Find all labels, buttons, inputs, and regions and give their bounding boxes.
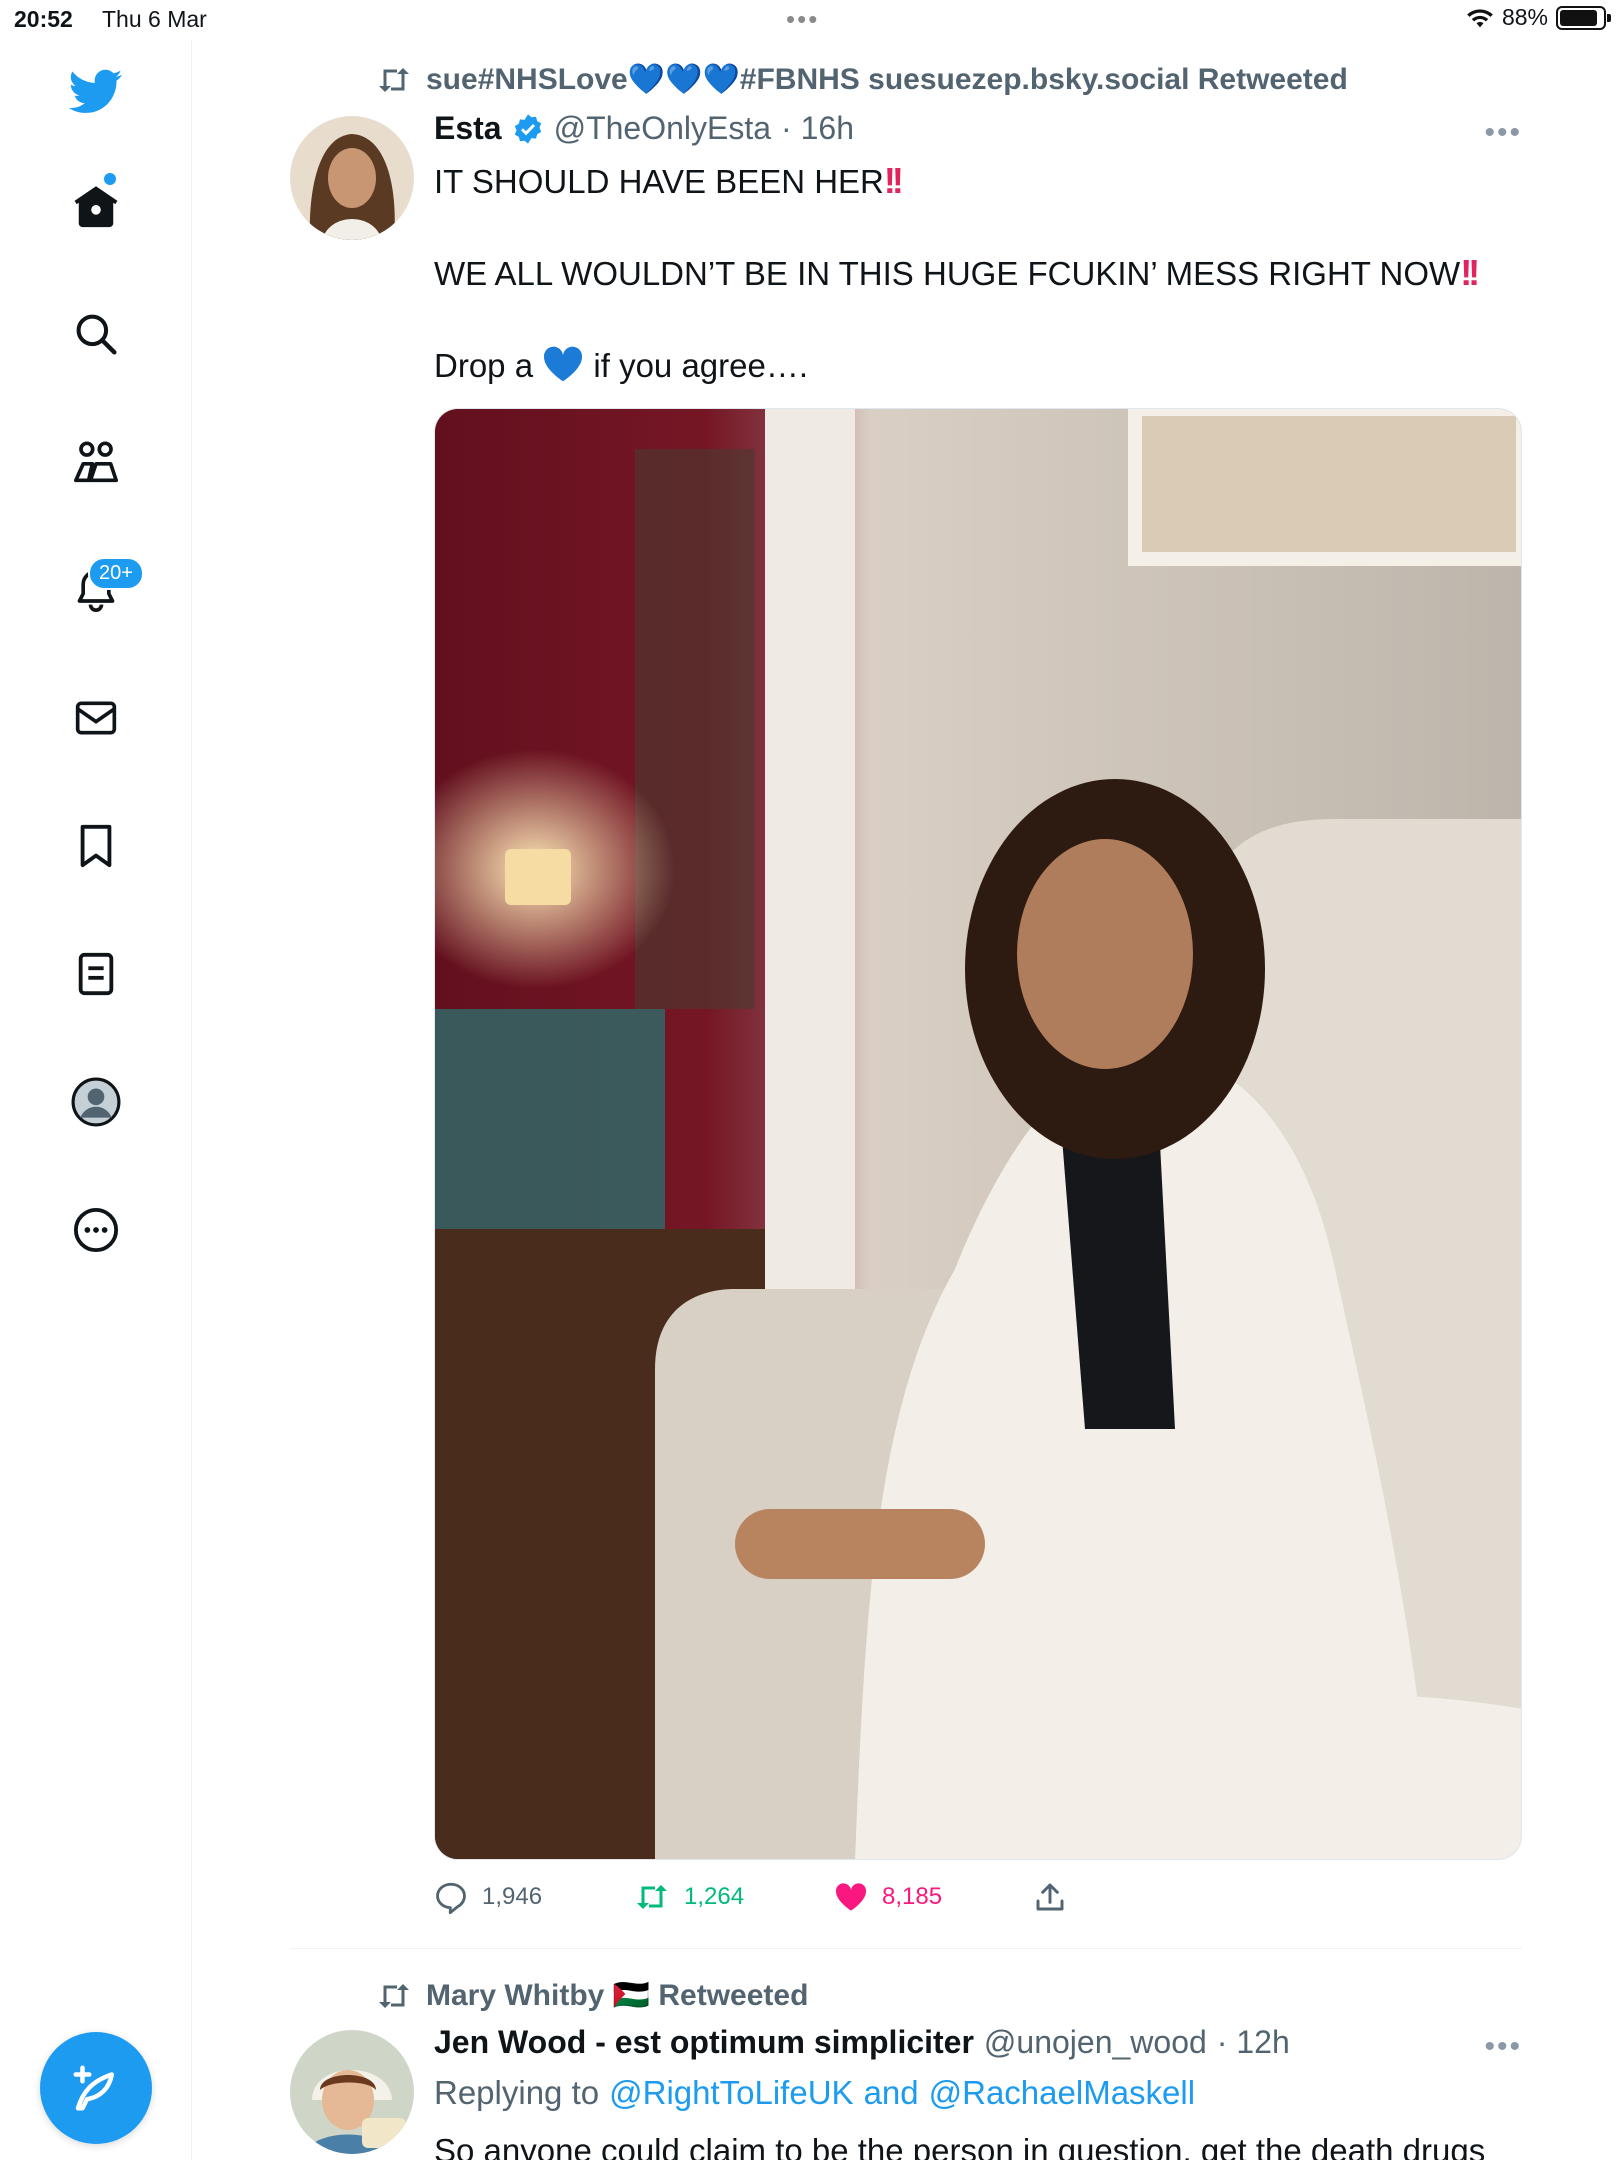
- retweeted-by-label[interactable]: Mary Whitby 🇵🇸 Retweeted: [426, 1978, 808, 2013]
- multitasking-dots-icon[interactable]: •••: [786, 4, 819, 35]
- author-handle[interactable]: @unojen_wood: [984, 2024, 1207, 2061]
- tweet-text-line: WE ALL WOULDN’T BE IN THIS HUGE FCUKIN’ …: [434, 252, 1480, 293]
- communities-icon[interactable]: [64, 430, 128, 494]
- lists-icon[interactable]: [64, 942, 128, 1006]
- more-icon[interactable]: [64, 1198, 128, 1262]
- tweet-text: So anyone could claim to be the person i…: [434, 2132, 1486, 2160]
- share-icon: [1036, 1883, 1064, 1911]
- verified-badge-icon: [514, 113, 541, 144]
- battery-percent: 88%: [1501, 4, 1548, 30]
- status-bar: 20:52 Thu 6 Mar ••• 88%: [0, 0, 1620, 40]
- retweet-icon: [637, 1885, 667, 1909]
- share-button[interactable]: [1034, 1880, 1066, 1914]
- tweet-more-icon[interactable]: •••: [1484, 2030, 1522, 2064]
- wifi-icon: [1467, 8, 1493, 27]
- tweet-text-line: IT SHOULD HAVE BEEN HER!!: [434, 160, 904, 201]
- bookmarks-icon[interactable]: [64, 814, 128, 878]
- notifications-badge: 20+: [88, 557, 144, 590]
- reply-button[interactable]: 1,946: [434, 1880, 634, 1914]
- retweeted-by-label[interactable]: sue#NHSLove💙💙💙#FBNHS suesuezep.bsky.soci…: [426, 62, 1348, 97]
- retweet-button[interactable]: 1,264: [634, 1882, 834, 1912]
- replying-to-line: Replying to @RightToLifeUK and @RachaelM…: [434, 2074, 1196, 2112]
- tweet-image[interactable]: [434, 408, 1522, 1860]
- sidebar: 20+: [0, 40, 192, 2160]
- reply-icon: [436, 1882, 466, 1914]
- like-button[interactable]: 8,185: [834, 1882, 1034, 1912]
- tweet-more-icon[interactable]: •••: [1484, 116, 1522, 150]
- heart-filled-icon: [835, 1883, 867, 1911]
- home-unread-dot: [104, 173, 116, 185]
- tweet-time[interactable]: · 16h: [781, 110, 854, 147]
- tweet-text-line: Drop a if you agree….: [434, 346, 809, 384]
- blue-heart-emoji: [544, 346, 583, 382]
- compose-feather-icon: [73, 2065, 114, 2111]
- battery-icon: [1556, 5, 1611, 30]
- tweet-actions: 1,946 1,264 8,185: [434, 1880, 1066, 1914]
- status-time: 20:52: [14, 6, 73, 32]
- search-icon[interactable]: [64, 302, 128, 366]
- twitter-logo-icon[interactable]: [64, 60, 128, 124]
- messages-icon[interactable]: [64, 686, 128, 750]
- reply-count: 1,946: [482, 1883, 543, 1910]
- author-handle[interactable]: @TheOnlyEsta: [554, 110, 771, 147]
- mention-link[interactable]: @RightToLifeUK: [609, 2074, 853, 2112]
- author-name[interactable]: Jen Wood - est optimum simpliciter: [434, 2024, 974, 2061]
- double-exclamation-emoji: !!: [883, 160, 904, 201]
- retweet-icon: [379, 1983, 409, 2008]
- author-name[interactable]: Esta: [434, 110, 502, 147]
- profile-icon[interactable]: [64, 1070, 128, 1134]
- retweet-count: 1,264: [684, 1883, 745, 1910]
- mention-link[interactable]: @RachaelMaskell: [929, 2074, 1195, 2112]
- tweet-divider: [290, 1948, 1522, 1949]
- retweet-icon: [379, 67, 409, 92]
- tweet-time[interactable]: · 12h: [1217, 2024, 1290, 2061]
- avatar[interactable]: [290, 2030, 414, 2154]
- compose-tweet-button[interactable]: [40, 2032, 152, 2144]
- avatar[interactable]: [290, 116, 414, 240]
- home-icon[interactable]: [64, 174, 128, 238]
- like-count: 8,185: [882, 1883, 943, 1910]
- double-exclamation-emoji: !!: [1460, 252, 1480, 293]
- status-date: Thu 6 Mar: [102, 6, 207, 32]
